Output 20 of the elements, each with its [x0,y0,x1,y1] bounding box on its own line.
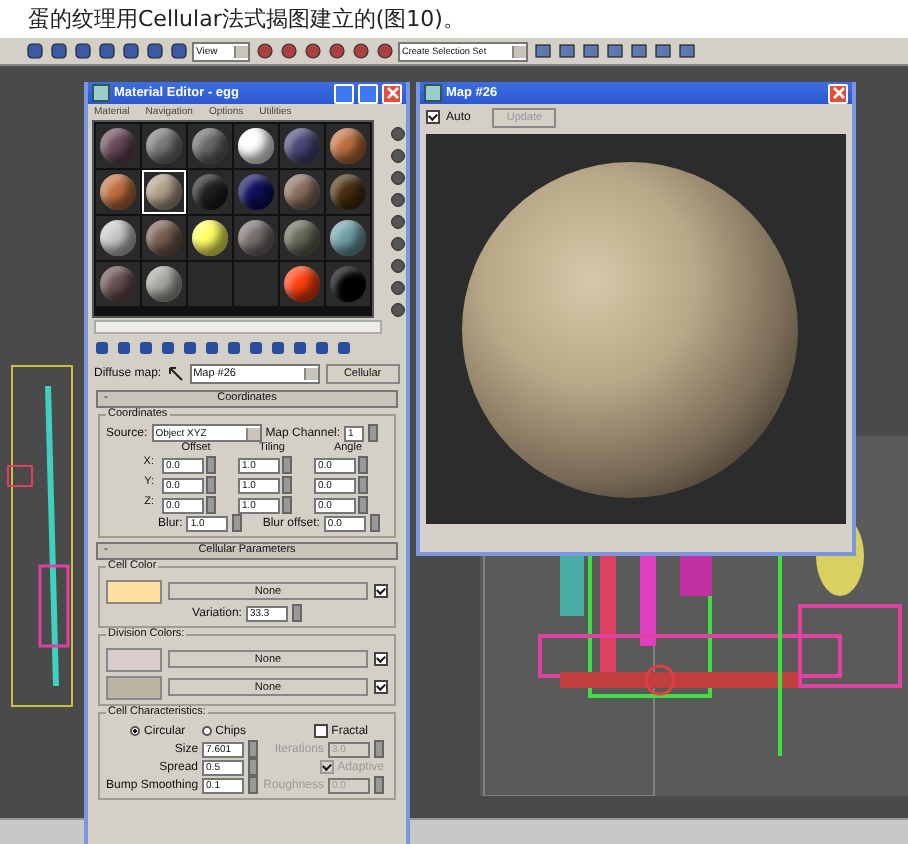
app-icon [92,84,110,102]
caption-text: 蛋的纹理用Cellular法式揭图建立的(图10)。 [26,4,467,36]
color-swatch[interactable] [106,647,162,671]
pick-material-icon[interactable] [167,365,184,381]
maximize-button[interactable] [358,83,378,103]
checkbox[interactable] [426,110,440,124]
color-swatch[interactable] [106,675,162,699]
close-button[interactable] [382,83,402,103]
color-swatch[interactable] [106,579,162,603]
checkbox[interactable] [313,724,328,738]
checkbox[interactable] [374,652,388,666]
radio-button[interactable] [130,726,140,736]
minimize-button[interactable] [334,83,354,103]
spinner-icon[interactable] [291,604,302,622]
app-icon [424,84,442,102]
scrollbar[interactable] [94,320,382,334]
radio-button[interactable] [201,726,212,736]
checkbox[interactable] [374,680,388,694]
close-button[interactable] [828,83,848,103]
checkbox[interactable] [374,584,388,598]
